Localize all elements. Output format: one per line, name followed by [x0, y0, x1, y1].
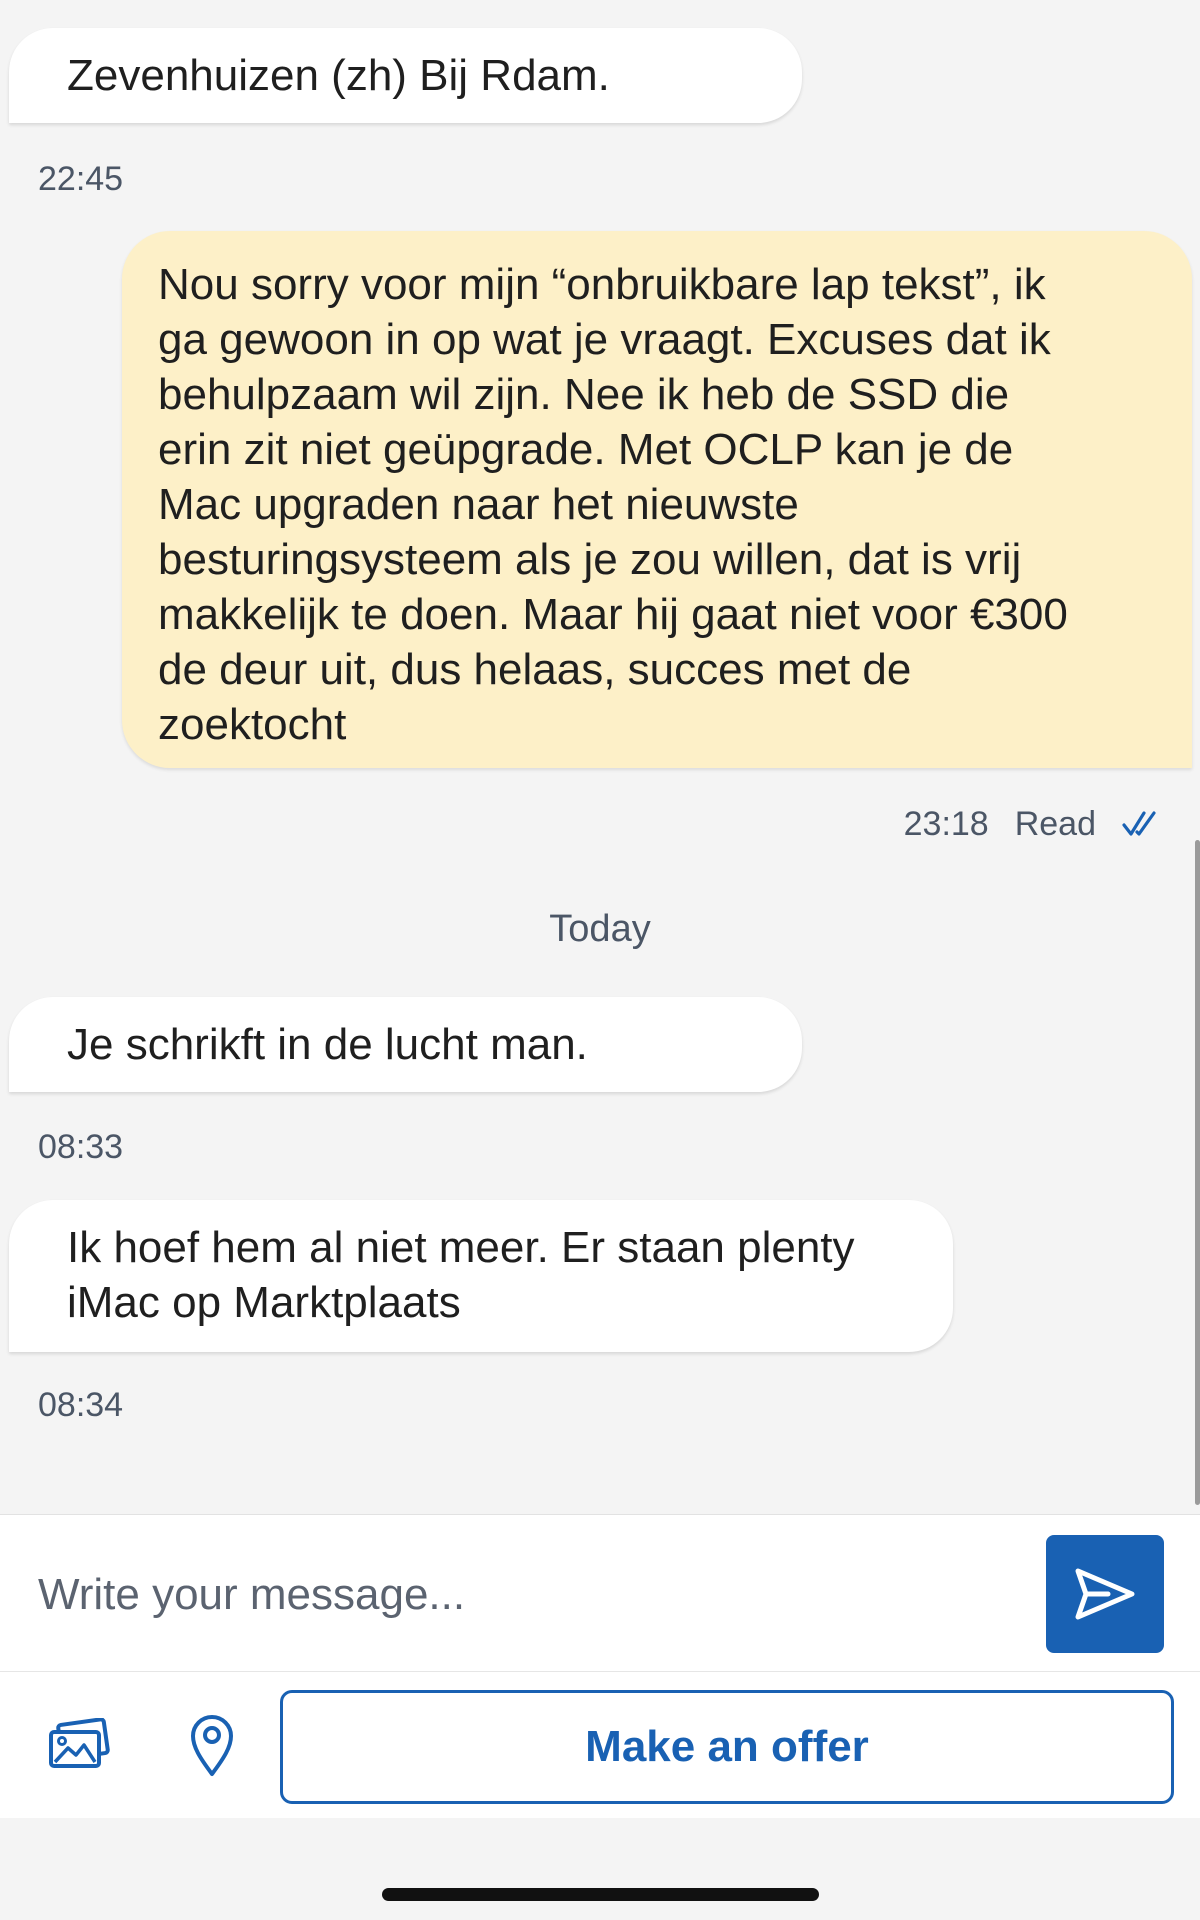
home-area [0, 1818, 1200, 1920]
location-pin-icon [191, 1715, 233, 1776]
send-icon [1075, 1568, 1135, 1620]
incoming-message: Ik hoef hem al niet meer. Er staan plent… [9, 1200, 953, 1352]
photo-button[interactable] [44, 1710, 114, 1780]
incoming-message: Zevenhuizen (zh) Bij Rdam. [9, 28, 802, 123]
message-line: de deur uit, dus helaas, succes met de [158, 645, 912, 694]
message-line: Nou sorry voor mijn “onbruikbare lap tek… [158, 260, 1046, 309]
message-time: 08:34 [38, 1386, 124, 1424]
message-line: zoektocht [158, 700, 347, 749]
message-line: ga gewoon in op wat je vraagt. Excuses d… [158, 315, 1051, 364]
make-offer-button[interactable]: Make an offer [280, 1690, 1174, 1804]
action-toolbar: Make an offer [0, 1672, 1200, 1818]
read-status: Read [1014, 804, 1096, 843]
message-input[interactable] [38, 1565, 1008, 1625]
message-line: iMac op Marktplaats [67, 1278, 461, 1327]
chat-thread: Zevenhuizen (zh) Bij Rdam. 22:45 Nou sor… [0, 0, 1200, 1514]
message-line: makkelijk te doen. Maar hij gaat niet vo… [158, 590, 1068, 639]
location-button[interactable] [182, 1710, 242, 1780]
message-time: 23:18 [903, 804, 989, 843]
scrollbar[interactable] [1195, 840, 1200, 1505]
read-receipt: 23:18 Read [904, 800, 1162, 848]
incoming-message: Je schrikft in de lucht man. [9, 997, 802, 1092]
photo-gallery-icon [49, 1718, 110, 1768]
message-time: 22:45 [38, 160, 124, 198]
message-text: Je schrikft in de lucht man. [67, 1020, 588, 1069]
message-line: Mac upgraden naar het nieuwste [158, 480, 799, 529]
double-check-icon [1122, 811, 1156, 836]
message-text: Zevenhuizen (zh) Bij Rdam. [67, 51, 610, 100]
day-separator: Today [549, 908, 651, 950]
outgoing-message: Nou sorry voor mijn “onbruikbare lap tek… [122, 231, 1192, 768]
message-line: behulpzaam wil zijn. Nee ik heb de SSD d… [158, 370, 1010, 419]
message-time: 08:33 [38, 1128, 124, 1166]
send-button[interactable] [1046, 1535, 1164, 1653]
make-offer-label: Make an offer [585, 1722, 869, 1771]
message-line: besturingsysteem als je zou willen, dat … [158, 535, 1022, 584]
message-line: erin zit niet geüpgrade. Met OCLP kan je… [158, 425, 1014, 474]
message-line: Ik hoef hem al niet meer. Er staan plent… [67, 1223, 855, 1272]
message-composer [0, 1514, 1200, 1673]
home-indicator[interactable] [382, 1888, 819, 1901]
